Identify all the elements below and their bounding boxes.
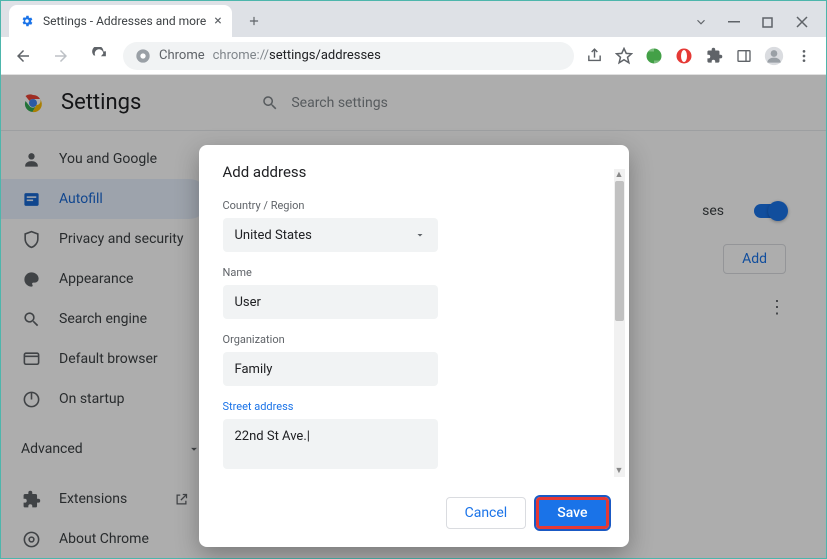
window-close-icon[interactable]: [796, 16, 812, 28]
close-icon[interactable]: ×: [214, 13, 221, 29]
new-tab-button[interactable]: [240, 7, 268, 35]
side-panel-icon[interactable]: [734, 46, 754, 66]
modal-overlay: Add address Country / Region United Stat…: [1, 75, 826, 558]
scroll-thumb[interactable]: [615, 181, 624, 321]
cancel-button[interactable]: Cancel: [446, 497, 527, 529]
url-text: chrome://settings/addresses: [213, 48, 381, 63]
country-label: Country / Region: [223, 199, 605, 212]
dialog-footer: Cancel Save: [199, 485, 629, 547]
opera-extension-icon[interactable]: [674, 46, 694, 66]
organization-input[interactable]: [223, 352, 438, 386]
extensions-icon[interactable]: [704, 46, 724, 66]
profile-avatar-icon[interactable]: [764, 46, 784, 66]
country-value: United States: [235, 228, 312, 243]
minimize-icon[interactable]: [728, 16, 744, 28]
dropdown-arrow-icon: [414, 229, 426, 241]
country-select[interactable]: United States: [223, 218, 438, 252]
maximize-icon[interactable]: [762, 17, 778, 28]
content-area: Settings Search settings You and Google …: [1, 75, 826, 558]
add-address-dialog: Add address Country / Region United Stat…: [199, 145, 629, 547]
window-titlebar: Settings - Addresses and more ×: [1, 1, 826, 37]
reload-button[interactable]: [85, 42, 113, 70]
organization-label: Organization: [223, 333, 605, 346]
window-controls: [694, 15, 826, 37]
kebab-menu-icon[interactable]: [794, 46, 814, 66]
browser-tab[interactable]: Settings - Addresses and more ×: [9, 5, 232, 37]
back-button[interactable]: [9, 42, 37, 70]
url-prefix: Chrome: [159, 48, 205, 63]
url-field[interactable]: Chrome chrome://settings/addresses: [123, 42, 574, 70]
bookmark-icon[interactable]: [614, 46, 634, 66]
modal-scrollbar[interactable]: ▲ ▼: [614, 169, 625, 477]
scroll-down-icon[interactable]: ▼: [614, 465, 625, 477]
save-button[interactable]: Save: [536, 497, 608, 529]
name-label: Name: [223, 266, 605, 279]
street-label: Street address: [223, 400, 605, 413]
chrome-product-icon: [135, 48, 151, 64]
chevron-down-icon[interactable]: [694, 15, 710, 29]
share-icon[interactable]: [584, 46, 604, 66]
street-textarea[interactable]: [223, 419, 438, 469]
settings-gear-icon: [19, 13, 35, 29]
globe-extension-icon[interactable]: [644, 46, 664, 66]
forward-button[interactable]: [47, 42, 75, 70]
tab-title: Settings - Addresses and more: [43, 14, 206, 28]
scroll-up-icon[interactable]: ▲: [614, 169, 625, 181]
dialog-title: Add address: [223, 163, 605, 181]
url-bar: Chrome chrome://settings/addresses: [1, 37, 826, 75]
name-input[interactable]: [223, 285, 438, 319]
